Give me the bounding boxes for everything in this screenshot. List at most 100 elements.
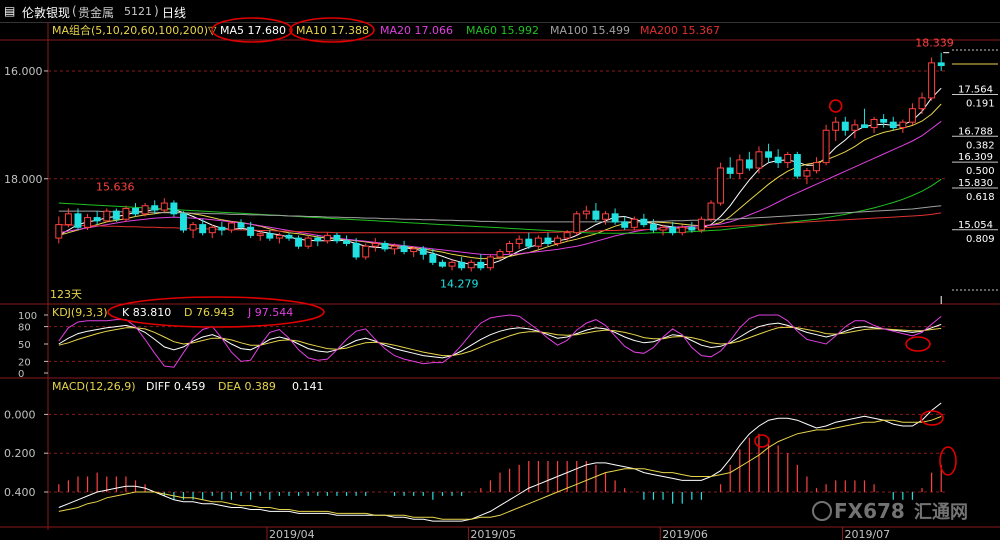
candle-body [64, 213, 72, 226]
candle-body [697, 218, 705, 231]
ma-legend-item: MA10 17.388 [296, 24, 369, 37]
grid-layer [0, 22, 1000, 540]
candle-body [419, 248, 427, 255]
ma-line-ma10 [58, 103, 942, 260]
candle-body [122, 207, 130, 220]
candle-body [323, 234, 331, 242]
ma-line-ma5 [58, 87, 942, 266]
annotation-ellipse [828, 99, 843, 113]
watermark-logo: FX678 [834, 499, 905, 523]
candle-body [602, 213, 609, 220]
candle-body [813, 162, 820, 172]
level-value: 16.309 [958, 152, 993, 163]
candle-body [304, 237, 312, 247]
macd-tick-label: 0.400 [4, 486, 36, 499]
candle-body [151, 205, 159, 211]
high-price-label: 18.339 [915, 37, 954, 50]
candlestick-layer [55, 52, 945, 272]
candle-body [275, 234, 283, 239]
candle-body [170, 202, 178, 215]
macd-diff-line [58, 402, 942, 522]
stock-chart[interactable]: 18.000 16.000 10080 50 200 0.400 0.200 0.000 201… [0, 0, 1000, 540]
candle-body [429, 253, 437, 263]
watermark-logo-icon [812, 501, 832, 521]
candle-body [208, 226, 216, 234]
moving-average-layer [58, 87, 942, 266]
ma-legend-title: MA组合(5,10,20,60,100,200)▽ [52, 23, 217, 37]
candle-body [870, 118, 878, 129]
level-ratio: 0.618 [966, 192, 995, 203]
candle-body [227, 222, 235, 231]
ma-legend-item: MA20 17.066 [380, 24, 453, 37]
candle-body [928, 62, 936, 99]
candle-body [256, 233, 264, 236]
candle-body [582, 210, 590, 215]
local-low-label: 14.279 [440, 278, 479, 291]
candle-body [784, 154, 792, 164]
candle-body [132, 207, 140, 215]
candle-body [391, 245, 398, 250]
candle-body [688, 226, 696, 231]
level-ratio: 0.809 [966, 234, 995, 245]
candle-body [400, 245, 408, 253]
candle-body [218, 226, 226, 231]
candle-body [755, 151, 763, 169]
candle-body [649, 224, 657, 231]
candle-body [343, 240, 351, 244]
candle-body [554, 237, 562, 244]
candle-body [534, 237, 542, 247]
level-value: 17.564 [958, 84, 993, 95]
ma-line-ma20 [58, 120, 942, 256]
local-high-label: 15.636 [96, 180, 135, 193]
candle-body [678, 226, 686, 234]
annotation-ellipse [939, 446, 957, 476]
candle-body [707, 202, 715, 220]
candle-body [573, 213, 581, 234]
candle-body [180, 213, 187, 231]
ma-legend-item: MA200 15.367 [640, 24, 720, 37]
candle-body [74, 213, 82, 228]
x-axis-label: 2019/05 [470, 528, 516, 540]
candle-body [112, 210, 120, 220]
candle-body [352, 242, 360, 258]
candle-body [774, 156, 782, 164]
candle-body [506, 242, 514, 253]
annotation-ellipse [905, 336, 931, 352]
candle-body [621, 221, 629, 228]
macd-diff-value: DIFF 0.459 [146, 380, 205, 393]
text-layer: 18.000 16.000 10080 50 200 0.400 0.200 0.000 201… [4, 23, 995, 540]
candle-body [295, 237, 303, 247]
candle-body [55, 224, 63, 239]
candle-body [314, 237, 322, 242]
level-ratio: 0.382 [966, 140, 995, 151]
candle-body [544, 237, 552, 244]
macd-tick-label: 0.200 [4, 447, 36, 460]
kdj-tick-label: 20 [18, 357, 31, 368]
candle-body [160, 202, 168, 211]
kdj-tick-label: 100 [18, 311, 37, 322]
candle-body [726, 167, 734, 174]
candle-body [841, 121, 849, 131]
candle-body [199, 224, 207, 234]
macd-tick-label: 0.000 [4, 408, 36, 421]
candle-body [937, 62, 945, 67]
candle-body [333, 234, 341, 242]
kdj-j-value: J 97.544 [247, 306, 293, 319]
candle-body [237, 222, 245, 228]
macd-value: 0.141 [292, 380, 324, 393]
level-ratio: 0.191 [966, 98, 995, 109]
candle-body [477, 261, 485, 269]
x-axis-label: 2019/06 [662, 528, 708, 540]
macd-legend-title: MACD(12,26,9) [52, 380, 136, 393]
candle-body [486, 256, 494, 269]
candle-body [793, 154, 801, 177]
candle-body [371, 242, 379, 247]
candle-body [765, 151, 773, 158]
ma-legend-item: MA100 15.499 [550, 24, 630, 37]
kdj-d-value: D 76.943 [184, 306, 234, 319]
candle-body [889, 121, 897, 129]
ma-legend-item: MA5 17.680 [220, 24, 286, 37]
macd-layer [58, 402, 942, 522]
x-axis-label: 2019/07 [844, 528, 890, 540]
candle-body [458, 261, 466, 269]
